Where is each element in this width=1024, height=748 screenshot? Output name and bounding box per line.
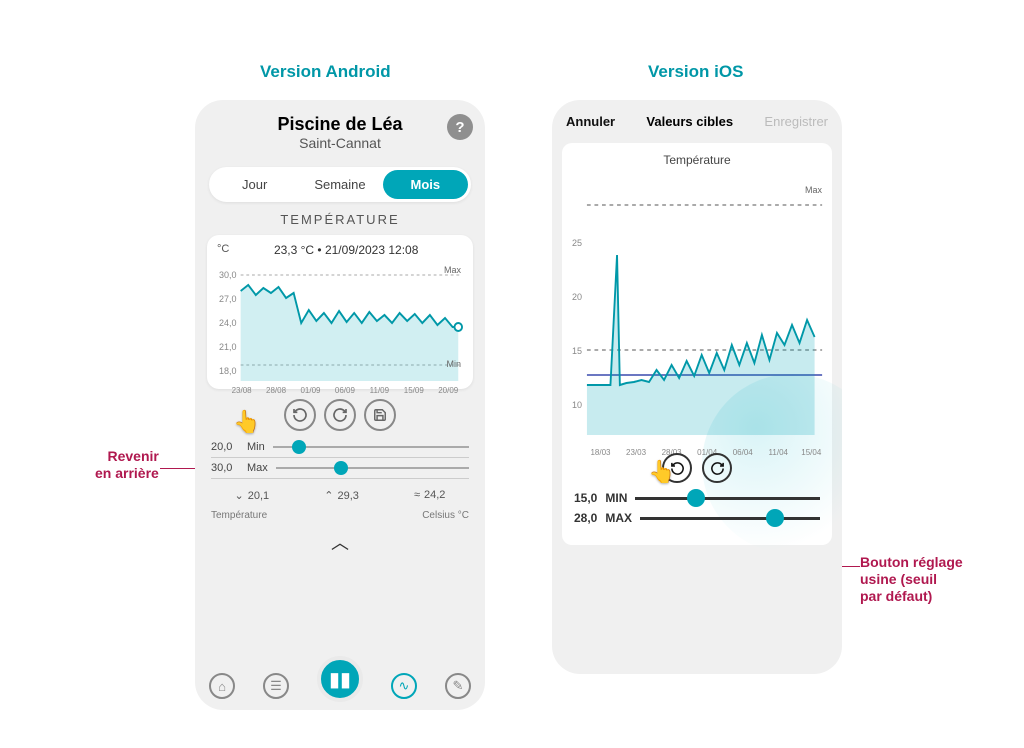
max-value: 30,0 (211, 462, 239, 474)
tab-day[interactable]: Jour (212, 170, 297, 199)
ytick: 24,0 (219, 318, 237, 328)
stat-max: 29,3 (324, 489, 359, 502)
ytick: 20 (572, 292, 582, 302)
xtick: 23/08 (232, 386, 252, 395)
ytick: 30,0 (219, 270, 237, 280)
bottom-tabbar: ⌂ ☰ ▮▮ ∿ ✎ (195, 670, 485, 702)
ytick: 21,0 (219, 342, 237, 352)
tab-settings-icon[interactable]: ✎ (445, 673, 471, 699)
ytick: 27,0 (219, 294, 237, 304)
min-label-text: Min (247, 441, 265, 453)
ytick: 10 (572, 400, 582, 410)
unit-full: Celsius °C (422, 510, 469, 521)
tab-month[interactable]: Mois (383, 170, 468, 199)
save-button[interactable]: Enregistrer (764, 114, 828, 129)
xtick: 28/08 (266, 386, 286, 395)
callout-factory: Bouton réglage usine (seuil par défaut) (860, 554, 963, 604)
cancel-button[interactable]: Annuler (566, 114, 615, 129)
ytick: 18,0 (219, 366, 237, 376)
max-label: Max (805, 185, 822, 195)
tab-week[interactable]: Semaine (297, 170, 382, 199)
android-chart[interactable]: Max Min 30,0 27,0 24,0 21,0 18,0 23/08 2… (217, 263, 463, 383)
tab-chat-icon[interactable]: ☰ (263, 673, 289, 699)
unit-label: °C (217, 243, 229, 255)
save-button[interactable] (364, 399, 396, 431)
pool-title: Piscine de Léa (207, 114, 473, 135)
max-threshold-slider[interactable]: 30,0 Max (211, 458, 469, 479)
undo-button[interactable] (662, 453, 692, 483)
min-threshold-slider[interactable]: 20,0 Min (211, 437, 469, 458)
ios-screen: Annuler Valeurs cibles Enregistrer Tempé… (552, 100, 842, 674)
pool-location: Saint-Cannat (207, 135, 473, 151)
ytick: 25 (572, 238, 582, 248)
reset-factory-button[interactable] (324, 399, 356, 431)
min-value: 15,0 (574, 491, 597, 505)
expand-chevron-icon[interactable]: ︿ (195, 529, 485, 555)
temperature-chart-card: °C 23,3 °C • 21/09/2023 12:08 Max Min 30… (207, 235, 473, 389)
xtick: 06/09 (335, 386, 355, 395)
min-value: 20,0 (211, 441, 239, 453)
reset-factory-button[interactable] (702, 453, 732, 483)
stat-avg: 24,2 (414, 489, 445, 502)
xtick: 11/09 (370, 386, 389, 395)
stat-min: 20,1 (235, 489, 270, 502)
callout-back: Revenir en arrière (95, 448, 159, 482)
ytick: 15 (572, 346, 582, 356)
period-segmented: Jour Semaine Mois (209, 167, 471, 202)
ios-chart[interactable]: Max 25 20 15 10 18/03 23/03 28/03 01/04 … (570, 175, 824, 445)
android-version-label: Version Android (260, 62, 391, 82)
tab-home-icon[interactable]: ⌂ (209, 673, 235, 699)
help-button[interactable]: ? (447, 114, 473, 140)
android-screen: Piscine de Léa Saint-Cannat ? Jour Semai… (195, 100, 485, 710)
max-label-text: MAX (605, 511, 632, 525)
current-reading: 23,3 °C • 21/09/2023 12:08 (274, 243, 418, 257)
min-label: Min (446, 359, 461, 369)
panel-title-temperature: TEMPÉRATURE (195, 212, 485, 227)
cursor-hand-icon: 👆 (233, 409, 260, 435)
ios-subtitle: Température (570, 153, 824, 167)
max-label: Max (444, 265, 461, 275)
xtick: 01/09 (300, 386, 320, 395)
min-label-text: MIN (605, 491, 627, 505)
max-label-text: Max (247, 462, 268, 474)
xtick: 20/09 (438, 386, 458, 395)
ios-title: Valeurs cibles (646, 114, 733, 129)
xtick: 15/09 (404, 386, 424, 395)
ios-version-label: Version iOS (648, 62, 743, 82)
tab-center-action[interactable]: ▮▮ (317, 656, 363, 702)
tab-trends-icon[interactable]: ∿ (391, 673, 417, 699)
max-value: 28,0 (574, 511, 597, 525)
undo-button[interactable] (284, 399, 316, 431)
measure-name: Température (211, 510, 267, 521)
